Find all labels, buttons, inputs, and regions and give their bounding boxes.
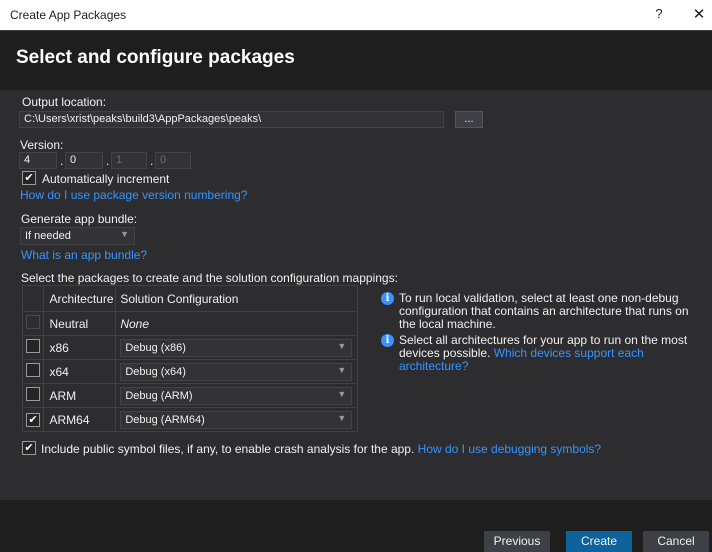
info-local-validation: To run local validation, select at least… [399,291,689,331]
window-title: Create App Packages [10,8,127,22]
row-arch-label: ARM [43,383,117,408]
row-checkbox-x86[interactable] [26,339,40,353]
info-icon: i [381,334,394,347]
version-label: Version: [20,138,64,152]
info-icon: i [381,292,394,305]
config-dropdown-arm64[interactable]: Debug (ARM64) ▼ [120,410,353,429]
include-symbols-row: Include public symbol files, if any, to … [41,442,601,456]
version-minor-input[interactable]: 0 [65,152,103,169]
help-button[interactable]: ? [651,6,667,24]
version-major-input[interactable]: 4 [19,152,57,169]
version-build-input: 1 [111,152,147,169]
row-checkbox-neutral [26,315,40,329]
include-symbols-label: Include public symbol files, if any, to … [41,442,415,456]
auto-increment-checkbox[interactable]: ✔ [22,171,36,185]
config-dropdown-value: Debug (x64) [125,365,186,378]
previous-button[interactable]: Previous [484,531,550,552]
config-dropdown-x64[interactable]: Debug (x64) ▼ [120,362,353,381]
header-check-cell [21,285,45,312]
page-title: Select and configure packages [16,47,295,68]
chevron-down-icon: ▼ [337,364,347,375]
row-arch-label: Neutral [43,311,117,336]
browse-button[interactable]: ... [455,111,483,128]
column-header-solution-configuration: Solution Configuration [115,285,358,312]
row-arch-label: x86 [43,335,117,360]
chevron-down-icon: ▼ [337,412,347,423]
auto-increment-label: Automatically increment [42,172,170,186]
app-bundle-value: If needed [25,230,71,242]
output-location-input[interactable]: C:\Users\xrist\peaks\build3\AppPackages\… [19,111,444,128]
page-header: Select and configure packages [0,30,712,90]
chevron-down-icon: ▼ [337,388,347,399]
app-bundle-link[interactable]: What is an app bundle? [21,248,147,262]
cancel-button[interactable]: Cancel [643,531,709,552]
check-icon: ✔ [24,172,34,184]
version-separator: . [150,154,154,168]
config-dropdown-value: Debug (ARM) [125,389,193,402]
table-header-row: Architecture Solution Configuration [21,285,358,312]
version-separator: . [60,154,64,168]
config-dropdown-arm[interactable]: Debug (ARM) ▼ [120,386,353,405]
table-row: ARM Debug (ARM) ▼ [21,383,358,408]
config-dropdown-value: Debug (ARM64) [125,413,205,426]
chevron-down-icon: ▼ [120,229,129,239]
version-numbering-link[interactable]: How do I use package version numbering? [20,188,247,202]
row-arch-label: x64 [43,359,117,384]
create-button[interactable]: Create [566,531,632,552]
config-dropdown-x86[interactable]: Debug (x86) ▼ [120,338,353,357]
info-architectures: Select all architectures for your app to… [399,334,704,373]
close-button[interactable]: ✕ [690,5,708,23]
check-icon: ✔ [28,414,38,426]
packages-label: Select the packages to create and the so… [21,271,398,285]
app-bundle-label: Generate app bundle: [21,212,138,226]
config-dropdown-value: Debug (x86) [125,341,186,354]
row-checkbox-arm[interactable] [26,387,40,401]
table-row: Neutral None [21,311,358,336]
chevron-down-icon: ▼ [337,340,347,351]
table-row: x86 Debug (x86) ▼ [21,335,358,360]
version-revision-input: 0 [155,152,191,169]
table-row: x64 Debug (x64) ▼ [21,359,358,384]
row-arch-label: ARM64 [43,407,117,432]
column-header-architecture: Architecture [43,285,117,312]
table-row: ✔ ARM64 Debug (ARM64) ▼ [21,407,358,432]
title-bar: Create App Packages ? ✕ [0,0,712,30]
debugging-symbols-link[interactable]: How do I use debugging symbols? [418,442,601,456]
row-config-label: None [115,311,358,336]
row-checkbox-arm64[interactable]: ✔ [26,413,40,427]
output-location-label: Output location: [22,95,107,109]
row-checkbox-x64[interactable] [26,363,40,377]
version-separator: . [106,154,110,168]
check-icon: ✔ [24,442,34,454]
packages-table: Architecture Solution Configuration Neut… [21,285,358,432]
include-symbols-checkbox[interactable]: ✔ [22,441,36,455]
app-bundle-dropdown[interactable]: If needed ▼ [20,227,135,245]
